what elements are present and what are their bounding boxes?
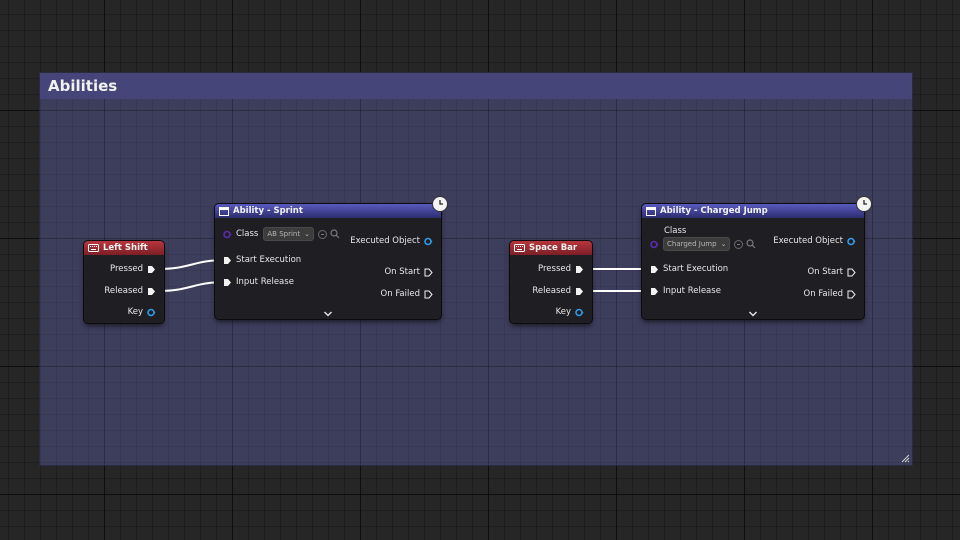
exec-pin-icon[interactable] [147, 287, 156, 296]
chevron-down-icon: ⌄ [304, 230, 310, 238]
pin-row-pressed: Pressed [538, 263, 584, 275]
pin-row-start-execution: Start Execution [650, 263, 728, 275]
pin-row-key: Key [128, 306, 156, 318]
pin-row-released: Released [104, 285, 156, 297]
node-title: Left Shift [103, 243, 148, 253]
node-ability-charged-jump[interactable]: Ability - Charged Jump Class Charged Jum… [642, 204, 864, 319]
node-header-ability-sprint[interactable]: Ability - Sprint [215, 204, 441, 218]
pin-row-on-failed: On Failed [381, 288, 433, 300]
comment-header[interactable]: Abilities [40, 73, 912, 99]
keyboard-icon [514, 244, 525, 252]
pin-label-on-failed: On Failed [803, 289, 843, 299]
exec-pin-icon[interactable] [147, 265, 156, 274]
node-ability-sprint[interactable]: Ability - Sprint Class AB Sprint ⌄ Start… [215, 204, 441, 319]
latent-clock-icon [432, 196, 448, 212]
pin-row-executed-object: Executed Object [350, 235, 433, 247]
pin-row-start-execution: Start Execution [223, 254, 301, 266]
pin-row-input-release: Input Release [650, 285, 721, 297]
class-dropdown[interactable]: Charged Jump ⌄ [663, 237, 731, 251]
browse-icon[interactable] [734, 239, 744, 249]
search-icon[interactable] [330, 229, 340, 239]
pin-label-input-release: Input Release [236, 277, 294, 287]
pin-row-on-failed: On Failed [804, 288, 856, 300]
pin-label-pressed: Pressed [538, 264, 571, 274]
pin-label-class: Class [664, 226, 687, 236]
pin-label-executed-object: Executed Object [350, 236, 420, 246]
exec-pin-outline-icon[interactable] [424, 290, 433, 299]
pin-label-start-execution: Start Execution [236, 255, 302, 265]
pin-row-on-start: On Start [384, 266, 433, 278]
keyboard-icon [88, 244, 99, 252]
pin-label-key: Key [555, 307, 571, 317]
pin-label-start-execution: Start Execution [663, 264, 729, 274]
struct-pin-icon[interactable] [424, 237, 433, 246]
function-icon [646, 206, 656, 216]
class-dropdown-value: AB Sprint [267, 230, 301, 238]
pin-row-class: Class AB Sprint ⌄ [223, 227, 340, 241]
latent-clock-icon [856, 196, 872, 212]
pin-label-class: Class [236, 229, 259, 239]
pin-row-input-release: Input Release [223, 276, 294, 288]
pin-label-pressed: Pressed [110, 264, 143, 274]
node-title: Space Bar [529, 243, 578, 253]
pin-label-released: Released [104, 286, 143, 296]
exec-pin-icon[interactable] [575, 287, 584, 296]
pin-row-class: Charged Jump ⌄ [650, 237, 756, 251]
pin-label-on-start: On Start [807, 267, 843, 277]
pin-label-on-start: On Start [384, 267, 420, 277]
class-pin-icon[interactable] [650, 240, 659, 249]
expand-chevron-icon[interactable] [748, 311, 758, 317]
pin-row-executed-object: Executed Object [773, 235, 856, 247]
exec-pin-icon[interactable] [223, 278, 232, 287]
node-header-ability-charged-jump[interactable]: Ability - Charged Jump [642, 204, 864, 218]
expand-chevron-icon[interactable] [323, 311, 333, 317]
pin-row-pressed: Pressed [110, 263, 156, 275]
struct-pin-icon[interactable] [147, 308, 156, 317]
pin-row-released: Released [532, 285, 584, 297]
node-header-space-bar[interactable]: Space Bar [510, 241, 592, 255]
function-icon [219, 206, 229, 216]
pin-label-executed-object: Executed Object [773, 236, 843, 246]
pin-label-on-failed: On Failed [380, 289, 420, 299]
exec-pin-outline-icon[interactable] [424, 268, 433, 277]
exec-pin-icon[interactable] [575, 265, 584, 274]
class-pin-icon[interactable] [223, 230, 232, 239]
pin-label-row-class: Class [664, 225, 686, 237]
exec-pin-icon[interactable] [650, 265, 659, 274]
struct-pin-icon[interactable] [575, 308, 584, 317]
node-title: Ability - Sprint [233, 206, 303, 216]
pin-label-input-release: Input Release [663, 286, 721, 296]
pin-label-released: Released [532, 286, 571, 296]
node-title: Ability - Charged Jump [660, 206, 768, 216]
exec-pin-outline-icon[interactable] [847, 290, 856, 299]
comment-title: Abilities [48, 77, 118, 95]
exec-pin-icon[interactable] [650, 287, 659, 296]
node-left-shift[interactable]: Left Shift Pressed Released Key [84, 241, 164, 323]
node-header-left-shift[interactable]: Left Shift [84, 241, 164, 255]
chevron-down-icon: ⌄ [720, 240, 727, 248]
pin-row-on-start: On Start [807, 266, 856, 278]
resize-grip-icon[interactable] [900, 453, 910, 463]
pin-label-key: Key [127, 307, 143, 317]
exec-pin-outline-icon[interactable] [847, 268, 856, 277]
search-icon[interactable] [746, 239, 756, 249]
pin-row-key: Key [556, 306, 584, 318]
node-space-bar[interactable]: Space Bar Pressed Released Key [510, 241, 592, 323]
exec-pin-icon[interactable] [223, 256, 232, 265]
class-dropdown-value: Charged Jump [667, 240, 717, 248]
struct-pin-icon[interactable] [847, 237, 856, 246]
browse-icon[interactable] [317, 229, 327, 239]
class-dropdown[interactable]: AB Sprint ⌄ [263, 227, 314, 241]
